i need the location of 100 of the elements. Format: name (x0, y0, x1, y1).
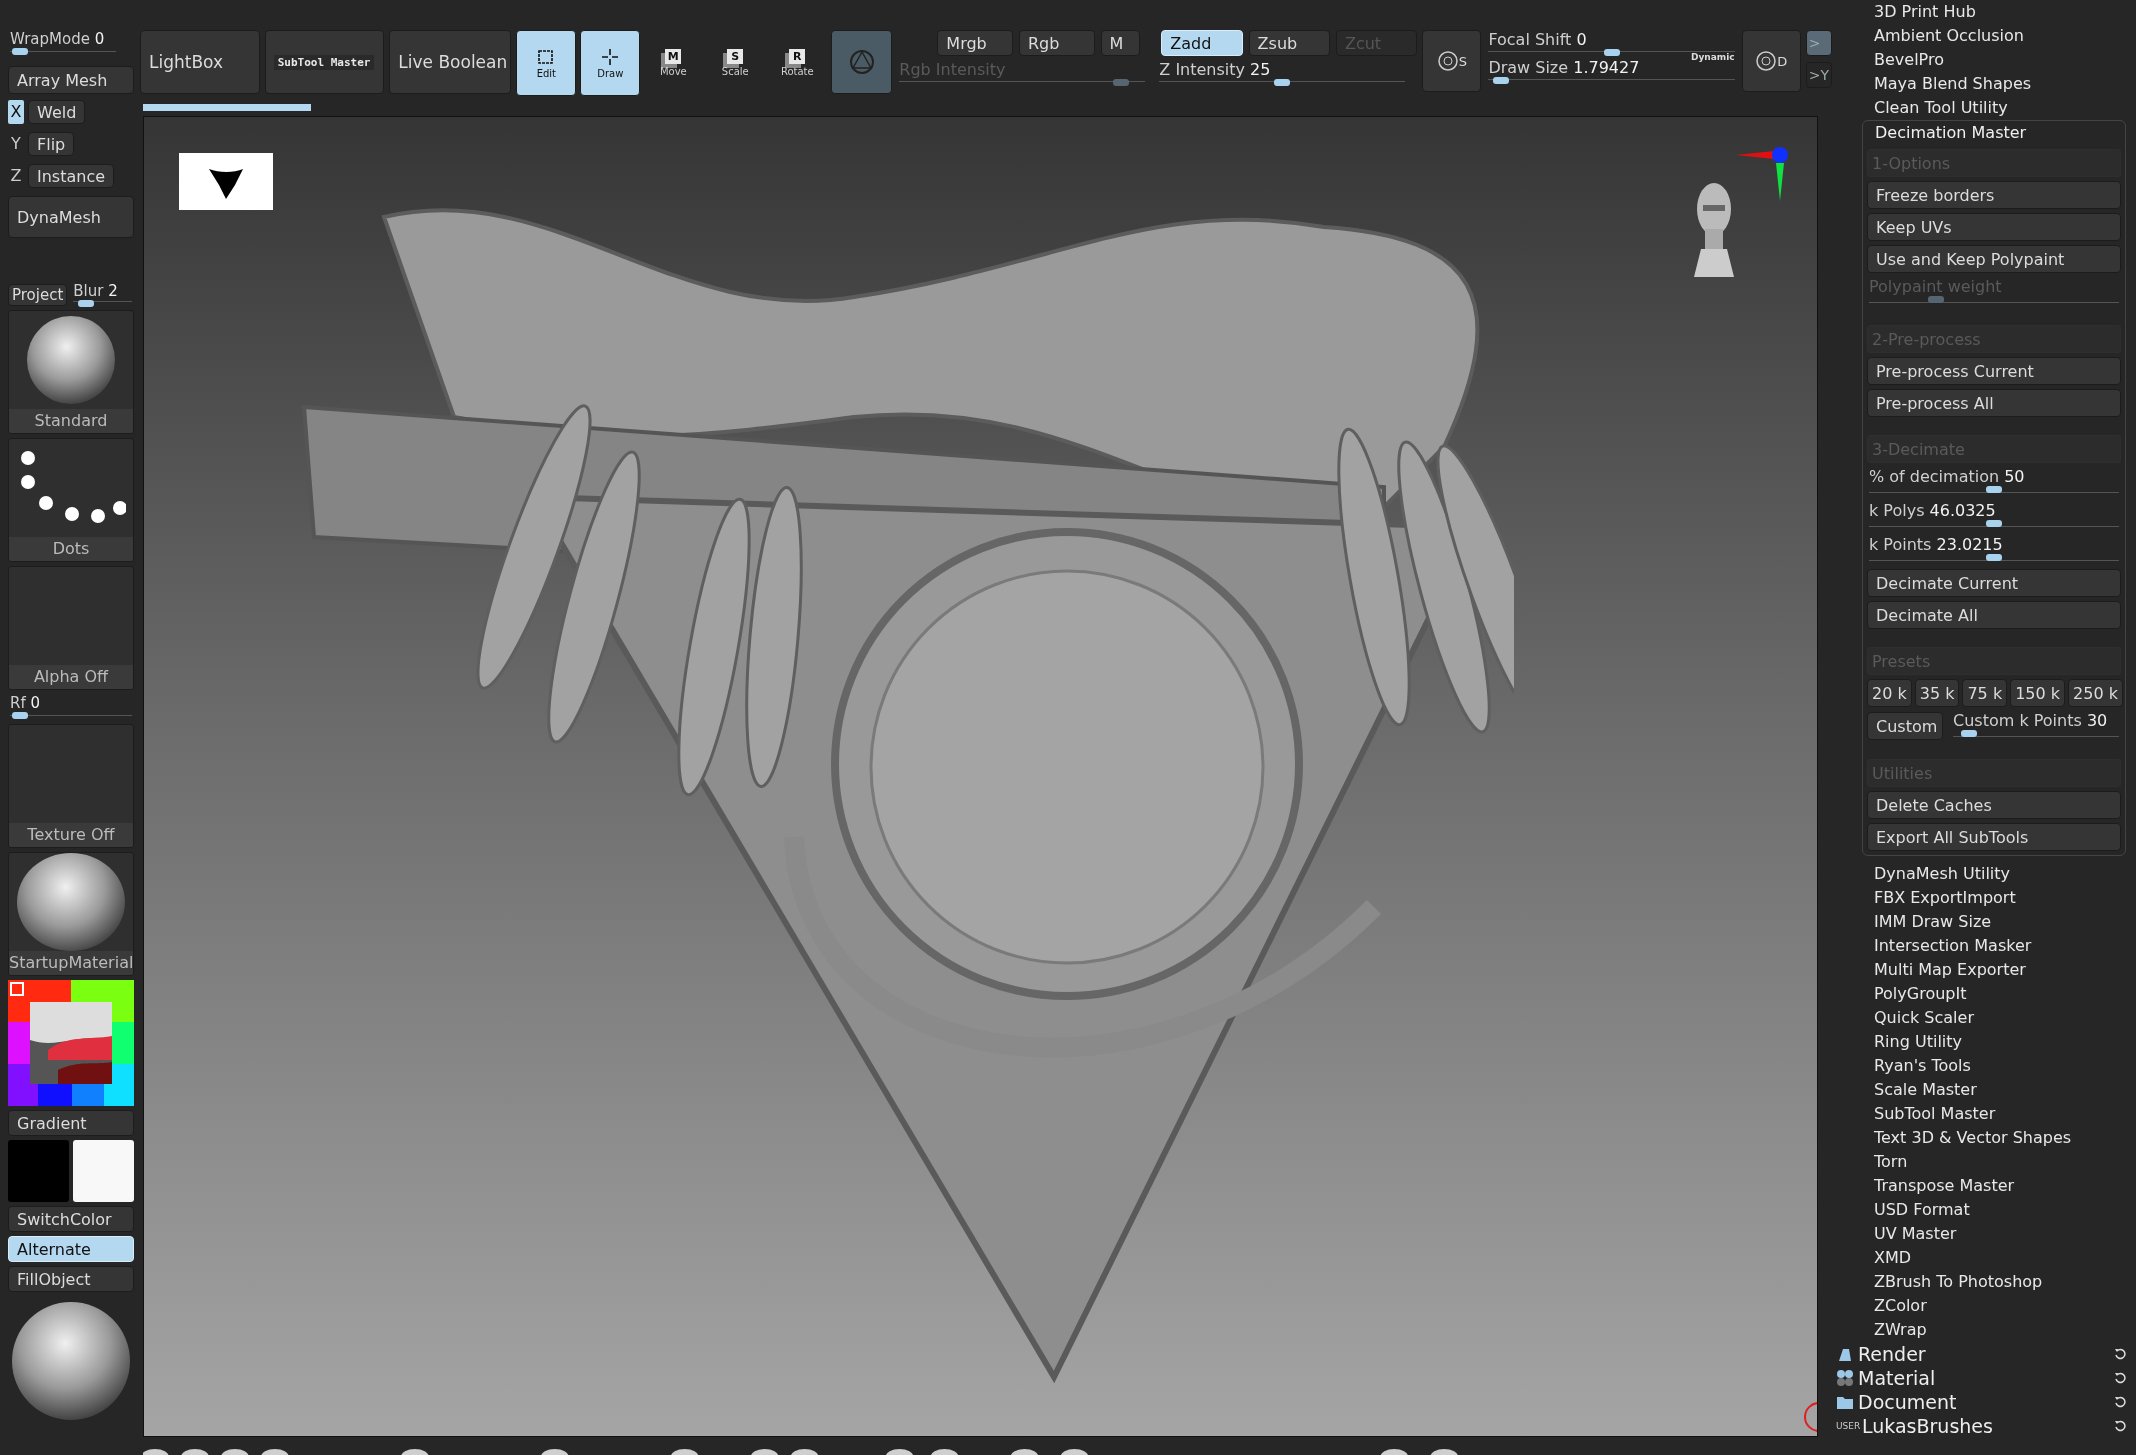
plugin-item[interactable]: IMM Draw Size (1832, 910, 2126, 934)
color-mode-button[interactable]: M (1100, 30, 1140, 56)
switch-color-button[interactable]: SwitchColor (8, 1206, 134, 1232)
slider-thumb[interactable] (1986, 554, 2002, 561)
axis-option-button[interactable]: Instance (28, 164, 115, 188)
fill-object-button[interactable]: FillObject (8, 1266, 134, 1292)
z-intensity-slider[interactable]: Z Intensity 25 (1157, 60, 1408, 86)
plugin-title[interactable]: Decimation Master (1867, 121, 2121, 145)
plugin-item[interactable]: PolyGroupIt (1832, 982, 2126, 1006)
gradient-button[interactable]: Gradient (8, 1110, 134, 1136)
menu-header[interactable]: Document (1832, 1390, 2126, 1414)
panel-slider[interactable]: k Points 23.0215 (1867, 535, 2121, 565)
transform-tool-button[interactable]: R Rotate (768, 30, 827, 96)
panel-button[interactable]: Export All SubTools (1867, 823, 2121, 851)
plugin-item[interactable]: Intersection Masker (1832, 934, 2126, 958)
axis-option-button[interactable]: Weld (28, 100, 86, 124)
plugin-item[interactable]: FBX ExportImport (1832, 886, 2126, 910)
texture-tile[interactable]: Texture Off (8, 724, 134, 848)
plugin-item[interactable]: Torn (1832, 1150, 2126, 1174)
plugin-item[interactable]: Clean Tool Utility (1832, 96, 2126, 120)
panel-button[interactable]: Use and Keep Polypaint (1867, 245, 2121, 273)
plugin-item[interactable]: ZWrap (1832, 1318, 2126, 1342)
slider-thumb[interactable] (1986, 520, 2002, 527)
panel-button[interactable]: Pre-process All (1867, 389, 2121, 417)
plugin-item[interactable]: Multi Map Exporter (1832, 958, 2126, 982)
depth-mode-button[interactable]: Zsub (1248, 30, 1330, 56)
transform-tool-button[interactable]: Draw (580, 30, 641, 96)
plugin-item[interactable]: UV Master (1832, 1222, 2126, 1246)
custom-points-slider[interactable]: Custom k Points 30 (1951, 711, 2121, 741)
preset-button[interactable]: 35 k (1914, 679, 1960, 707)
slider-thumb[interactable] (1960, 730, 1977, 737)
plugin-item[interactable]: Ring Utility (1832, 1030, 2126, 1054)
transform-tool-button[interactable]: M Move (644, 30, 703, 96)
depth-mode-button[interactable]: Zadd (1161, 30, 1243, 56)
panel-button[interactable]: Delete Caches (1867, 791, 2121, 819)
array-mesh-button[interactable]: Array Mesh (8, 66, 134, 94)
transform-tool-button[interactable]: Edit (516, 30, 577, 96)
preset-button[interactable]: 20 k (1867, 679, 1912, 707)
slider-thumb[interactable] (1603, 49, 1620, 56)
slider-thumb[interactable] (1274, 79, 1291, 86)
plugin-item[interactable]: ZBrush To Photoshop (1832, 1270, 2126, 1294)
axis-button[interactable]: >Y (1805, 62, 1832, 88)
stroke-settings-button[interactable]: S (1422, 30, 1482, 92)
toolbar-button[interactable]: Live Boolean (389, 30, 512, 94)
plugin-item[interactable]: SubTool Master (1832, 1102, 2126, 1126)
panel-button[interactable]: Keep UVs (1867, 213, 2121, 241)
plugin-item[interactable]: Text 3D & Vector Shapes (1832, 1126, 2126, 1150)
plugin-item[interactable]: ZColor (1832, 1294, 2126, 1318)
rf-slider[interactable]: Rf 0 (8, 694, 134, 720)
slider-thumb[interactable] (11, 48, 28, 55)
secondary-color-swatch[interactable] (73, 1140, 134, 1202)
navigator-thumbnail[interactable] (179, 153, 273, 210)
slider-thumb[interactable] (1493, 77, 1509, 84)
blur-slider[interactable]: Blur 2 (71, 282, 134, 306)
plugin-item[interactable]: BevelPro (1832, 48, 2126, 72)
menu-header[interactable]: Material (1832, 1366, 2126, 1390)
plugin-item[interactable]: Transpose Master (1832, 1174, 2126, 1198)
plugin-item[interactable]: Quick Scaler (1832, 1006, 2126, 1030)
toolbar-button[interactable]: LightBox (140, 30, 260, 94)
panel-slider[interactable]: k Polys 46.0325 (1867, 501, 2121, 531)
material-tile[interactable]: StartupMaterial (8, 852, 134, 976)
preset-button[interactable]: 75 k (1962, 679, 2008, 707)
brush-tile[interactable]: Standard (8, 310, 134, 434)
preset-button[interactable]: 150 k (2010, 679, 2066, 707)
plugin-item[interactable]: Ryan's Tools (1832, 1054, 2126, 1078)
panel-button[interactable]: Freeze borders (1867, 181, 2121, 209)
plugin-item[interactable]: 3D Print Hub (1832, 0, 2126, 24)
viewport-canvas[interactable] (143, 116, 1818, 1437)
alternate-button[interactable]: Alternate (8, 1236, 134, 1262)
project-button[interactable]: Project (8, 284, 68, 306)
plugin-item[interactable]: XMD (1832, 1246, 2126, 1270)
panel-slider[interactable]: % of decimation 50 (1867, 467, 2121, 497)
panel-button[interactable]: Pre-process Current (1867, 357, 2121, 385)
brush-mode-button[interactable] (831, 30, 893, 94)
plugin-item[interactable]: Maya Blend Shapes (1832, 72, 2126, 96)
color-picker[interactable] (8, 980, 134, 1106)
plugin-item[interactable]: Ambient Occlusion (1832, 24, 2126, 48)
slider-thumb[interactable] (77, 300, 94, 307)
axis-toggle[interactable]: Z (8, 164, 24, 188)
preset-button[interactable]: 250 k (2068, 679, 2123, 707)
alpha-tile[interactable]: Alpha Off (8, 566, 134, 690)
plugin-item[interactable]: DynaMesh Utility (1832, 862, 2126, 886)
axis-option-button[interactable]: Flip (28, 132, 75, 156)
transform-tool-button[interactable]: S Scale (706, 30, 765, 96)
main-color-swatch[interactable] (8, 1140, 69, 1202)
panel-button[interactable]: Decimate All (1867, 601, 2121, 629)
dynamesh-button[interactable]: DynaMesh (8, 196, 134, 238)
plugin-item[interactable]: USD Format (1832, 1198, 2126, 1222)
menu-header[interactable]: Render (1832, 1342, 2126, 1366)
plugin-item[interactable]: Scale Master (1832, 1078, 2126, 1102)
color-mode-button[interactable]: Rgb (1018, 30, 1095, 56)
color-mode-button[interactable]: Mrgb (937, 30, 1013, 56)
dynamic-size-button[interactable]: D (1741, 30, 1801, 92)
axis-toggle[interactable]: X (8, 100, 24, 124)
axis-toggle[interactable]: Y (8, 132, 24, 156)
stroke-tile[interactable]: Dots (8, 438, 134, 562)
panel-button[interactable]: Decimate Current (1867, 569, 2121, 597)
custom-button[interactable]: Custom (1867, 712, 1943, 740)
wrap-mode-slider[interactable]: WrapMode 0 (8, 30, 118, 56)
subtool-master-button[interactable]: SubTool Master (264, 30, 385, 94)
